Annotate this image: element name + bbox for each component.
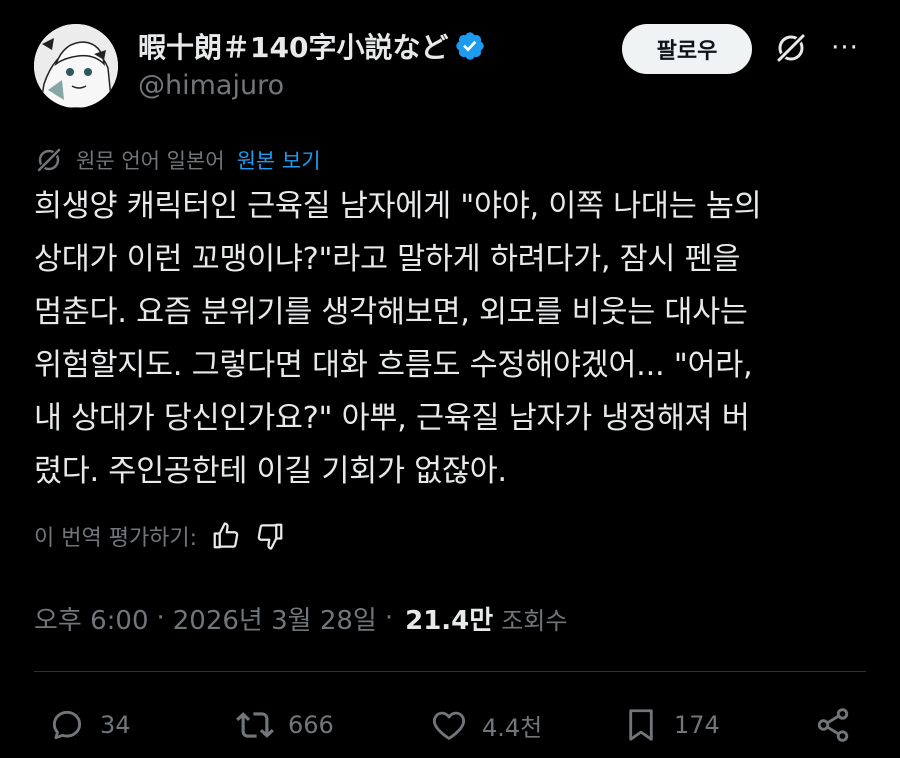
tweet-text-line: 위험할지도. 그렇다면 대화 흐름도 수정해야겠어... "어라, — [34, 348, 753, 383]
verified-badge-icon[interactable] — [454, 30, 486, 62]
avatar-illustration-icon — [34, 24, 118, 108]
like-button[interactable]: 4.4천 — [430, 700, 542, 750]
tweet-date[interactable]: 2026년 3월 28일 — [173, 600, 377, 637]
views-count: 21.4만 — [405, 605, 494, 636]
repost-button[interactable]: 666 — [236, 700, 334, 750]
bookmark-icon — [629, 709, 653, 741]
grok-icon[interactable] — [773, 30, 809, 66]
show-original-link[interactable]: 원본 보기 — [237, 145, 321, 175]
action-bar: 34 666 4.4천 174 — [0, 700, 900, 750]
tweet-text-line: 상대가 이런 꼬맹이냐?"라고 말하게 하려다가, 잠시 펜을 — [34, 242, 741, 277]
share-icon — [817, 708, 849, 742]
thumbs-down-icon[interactable] — [255, 521, 285, 551]
reply-icon — [52, 710, 82, 740]
author-display-name[interactable]: 暇十朗＃140字小説など — [138, 26, 486, 66]
heart-icon — [432, 711, 466, 740]
reply-count: 34 — [100, 711, 131, 739]
meta-separator: · — [156, 603, 165, 633]
translation-source-label: 원문 언어 일본어 — [76, 149, 225, 173]
reply-button[interactable]: 34 — [48, 700, 131, 750]
tweet-text-line: 렸다. 주인공한테 이길 기회가 없잖아. — [34, 454, 507, 489]
bookmark-count: 174 — [674, 711, 720, 739]
follow-button[interactable]: 팔로우 — [622, 24, 752, 74]
display-name-text: 暇十朗＃140字小説など — [138, 31, 449, 64]
views-label: 조회수 — [501, 606, 568, 635]
tweet-time[interactable]: 오후 6:00 — [34, 600, 149, 637]
repost-icon — [236, 712, 274, 738]
like-count: 4.4천 — [482, 713, 543, 742]
translation-row: 원문 언어 일본어 원본 보기 — [34, 144, 321, 176]
tweet-text-line: 희생양 캐릭터인 근육질 남자에게 "야야, 이쪽 나대는 놈의 — [34, 189, 762, 224]
avatar[interactable] — [34, 24, 118, 108]
divider — [34, 671, 866, 672]
tweet-meta: 오후 6:00 · 2026년 3월 28일 · 21.4만 조회수 — [34, 598, 567, 638]
thumbs-up-icon[interactable] — [211, 521, 241, 551]
share-button[interactable] — [814, 700, 866, 750]
rate-translation-row: 이 번역 평가하기: — [34, 518, 285, 554]
grok-translate-icon — [35, 146, 63, 174]
tweet-text-line: 내 상대가 당신인가요?" 아뿌, 근육질 남자가 냉정해져 버 — [34, 401, 750, 436]
rate-translation-label: 이 번역 평가하기: — [34, 526, 198, 551]
repost-count: 666 — [288, 711, 334, 739]
more-options-button[interactable]: ··· — [827, 32, 863, 64]
tweet-text: 희생양 캐릭터인 근육질 남자에게 "야야, 이쪽 나대는 놈의 상대가 이런 … — [34, 180, 874, 498]
tweet-text-line: 멈춘다. 요즘 분위기를 생각해보면, 외모를 비웃는 대사는 — [34, 295, 748, 330]
meta-separator: · — [384, 603, 394, 633]
author-handle[interactable]: @himajuro — [138, 70, 284, 101]
bookmark-button[interactable]: 174 — [622, 700, 720, 750]
